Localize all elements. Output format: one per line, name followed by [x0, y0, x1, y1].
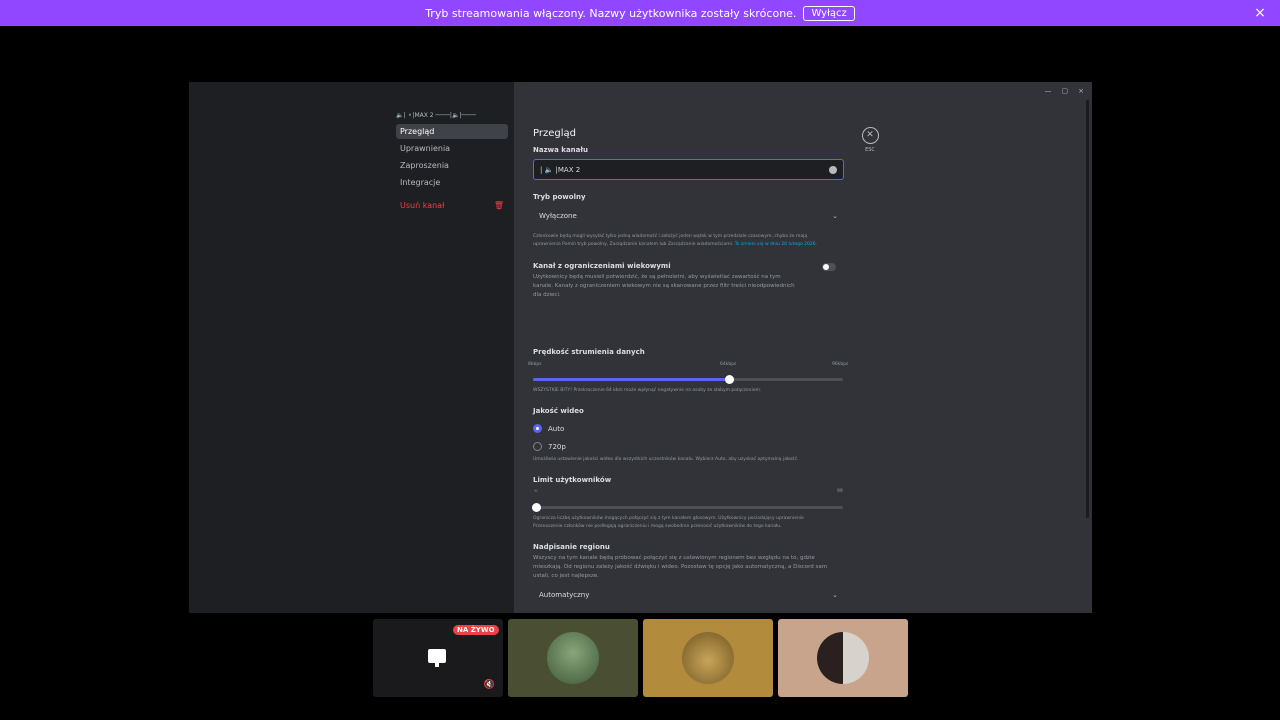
user-limit-label: Limit użytkowników	[533, 476, 612, 484]
slowmode-label: Tryb powolny	[533, 193, 586, 201]
slowmode-help-link[interactable]: To zmieni się w dniu 20 lutego 2026.	[735, 242, 817, 247]
screen-share-icon	[428, 649, 446, 667]
bitrate-slider-knob[interactable]	[725, 375, 734, 384]
sidebar-item-overview[interactable]: Przegląd	[396, 124, 508, 139]
mute-icon[interactable]: 🔇	[484, 680, 495, 690]
bitrate-tick-mid: 64kbps	[720, 362, 737, 367]
delete-channel-label: Usuń kanał	[400, 201, 445, 210]
disable-streamer-mode-button[interactable]: Wyłącz	[803, 5, 855, 21]
radio-unselected-icon	[533, 442, 542, 451]
sidebar-item-integrations[interactable]: Integracje	[396, 175, 508, 190]
streamer-mode-banner: Tryb streamowania włączony. Nazwy użytko…	[0, 0, 1280, 26]
avatar	[547, 632, 599, 684]
sidebar-item-invites[interactable]: Zaproszenia	[396, 158, 508, 173]
region-override-desc: Wszyscy na tym kanale będą próbować połą…	[533, 555, 828, 579]
emoji-icon[interactable]	[829, 166, 837, 174]
window-controls: — ▢ ×	[1045, 87, 1085, 95]
age-restricted-desc: Użytkownicy będą musieli potwierdzić, że…	[533, 274, 795, 298]
banner-message: Tryb streamowania włączony. Nazwy użytko…	[425, 6, 797, 20]
slowmode-value: Wyłączone	[539, 212, 577, 220]
esc-label: ESC	[865, 147, 875, 153]
live-badge: NA ŻYWO	[453, 625, 499, 635]
user-limit-slider-knob[interactable]	[532, 503, 541, 512]
slowmode-help: Członkowie będą mogli wysyłać tylko jedn…	[533, 233, 833, 249]
chevron-down-icon: ⌄	[832, 212, 838, 220]
video-quality-auto[interactable]: Auto	[533, 424, 564, 433]
page-title: Przegląd	[533, 128, 576, 139]
settings-sidebar: 🔈| ⚬|MAX 2 ────|🔈|──── Przegląd Uprawnie…	[189, 82, 514, 613]
sidebar-channel-header: 🔈| ⚬|MAX 2 ────|🔈|────	[396, 112, 476, 119]
bitrate-tick-max: 96kbps	[832, 362, 849, 367]
bitrate-slider-fill	[533, 378, 730, 381]
radio-selected-icon	[533, 424, 542, 433]
video-option-auto-label: Auto	[548, 424, 565, 433]
settings-main: — ▢ × Przegląd ✕ ESC Nazwa kanału | 🔈 |M…	[514, 82, 1092, 613]
channel-name-input[interactable]: | 🔈 |MAX 2	[533, 159, 844, 180]
user-limit-tick-max: 99	[837, 489, 843, 494]
video-quality-help: Umożliwia ustawienie jakości wideo dla w…	[533, 457, 799, 462]
minimize-icon[interactable]: —	[1045, 87, 1052, 95]
bitrate-slider[interactable]	[533, 375, 843, 384]
age-restricted-toggle[interactable]	[822, 263, 836, 271]
avatar	[682, 632, 734, 684]
video-option-720p-label: 720p	[548, 442, 566, 451]
region-override-label: Nadpisanie regionu	[533, 543, 610, 551]
channel-name-label: Nazwa kanału	[533, 146, 588, 154]
close-window-icon[interactable]: ×	[1078, 87, 1084, 95]
chevron-down-icon: ⌄	[832, 591, 838, 599]
region-value: Automatyczny	[539, 591, 590, 599]
esc-button[interactable]: ✕ ESC	[860, 127, 880, 153]
video-quality-label: Jakość wideo	[533, 407, 584, 415]
user-limit-help: Ogranicza liczbę użytkowników mogących p…	[533, 516, 804, 529]
sidebar-item-permissions[interactable]: Uprawnienia	[396, 141, 508, 156]
participant-tile[interactable]	[508, 619, 638, 697]
bitrate-label: Prędkość strumienia danych	[533, 348, 645, 356]
channel-name-value: | 🔈 |MAX 2	[540, 166, 581, 174]
video-quality-720p[interactable]: 720p	[533, 442, 566, 451]
delete-channel-button[interactable]: Usuń kanał 🗑	[396, 198, 508, 213]
slowmode-select[interactable]: Wyłączone ⌄	[533, 206, 844, 227]
participant-tile[interactable]	[643, 619, 773, 697]
participant-tile[interactable]	[778, 619, 908, 697]
avatar	[817, 632, 869, 684]
region-select[interactable]: Automatyczny ⌄	[533, 585, 844, 606]
trash-icon: 🗑	[493, 201, 504, 210]
age-restricted-label: Kanał z ograniczeniami wiekowymi	[533, 262, 671, 270]
banner-close-icon[interactable]: ×	[1253, 6, 1267, 20]
voice-participant-tiles: NA ŻYWO 🔇	[373, 619, 908, 697]
close-icon: ✕	[861, 127, 879, 144]
scrollbar[interactable]	[1086, 100, 1089, 518]
screen-share-tile[interactable]: NA ŻYWO 🔇	[373, 619, 503, 697]
bitrate-help: WSZYSTKIE BITY! Przekroczenie 64 kb/s mo…	[533, 388, 762, 393]
bitrate-tick-min: 8kbps	[528, 362, 542, 367]
channel-settings-window: 🔈| ⚬|MAX 2 ────|🔈|──── Przegląd Uprawnie…	[189, 82, 1092, 613]
user-limit-tick-min: ∞	[534, 489, 538, 494]
maximize-icon[interactable]: ▢	[1062, 87, 1069, 95]
user-limit-slider[interactable]	[532, 503, 843, 512]
